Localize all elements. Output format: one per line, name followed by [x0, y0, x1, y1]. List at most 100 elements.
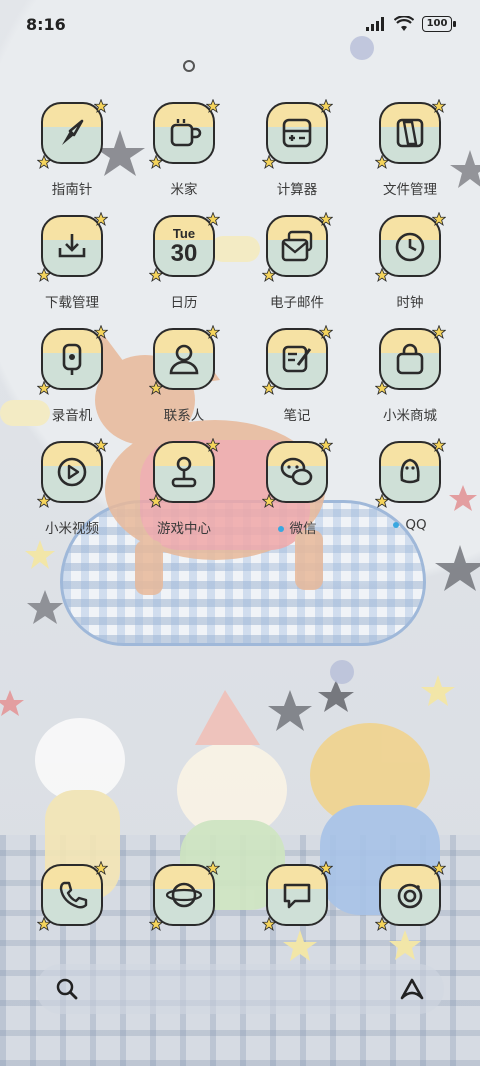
star-decoration-icon [261, 493, 277, 508]
star-decoration-icon [431, 860, 447, 875]
app-tile[interactable] [374, 437, 447, 508]
star-decoration-icon [148, 380, 164, 395]
app-label: 录音机 [22, 404, 122, 424]
app-label: 小米商城 [360, 404, 460, 424]
dock-camera[interactable] [360, 860, 460, 931]
star-decoration-icon [374, 380, 390, 395]
search-icon[interactable] [54, 976, 80, 1002]
app-label: 下载管理 [22, 291, 122, 311]
app-tile[interactable] [261, 324, 334, 395]
star-decoration-icon [318, 437, 334, 452]
app-tile[interactable] [36, 98, 109, 169]
app-tile[interactable] [261, 211, 334, 282]
wechat-icon [268, 443, 326, 501]
app-mail[interactable]: 电子邮件 [247, 211, 347, 311]
app-label-text: 米家 [170, 182, 198, 198]
xiaoai-icon[interactable] [398, 976, 426, 1002]
star-decoration-icon [36, 267, 52, 282]
app-label: 指南针 [22, 178, 122, 198]
app-label: 日历 [134, 291, 234, 311]
app-label: 微信 [247, 517, 347, 537]
app-tile[interactable] [261, 437, 334, 508]
app-label-text: 下载管理 [45, 295, 99, 311]
star-decoration-icon [205, 860, 221, 875]
star-decoration-icon [261, 267, 277, 282]
app-label: 文件管理 [360, 178, 460, 198]
camera-icon [381, 866, 439, 924]
app-tile[interactable] [148, 860, 221, 931]
dock-browser-planet[interactable] [134, 860, 234, 931]
new-notification-dot [277, 526, 284, 532]
app-label-text: QQ [405, 517, 427, 533]
app-label: QQ [360, 517, 460, 533]
app-label: 米家 [134, 178, 234, 198]
app-shopping-bag[interactable]: 小米商城 [360, 324, 460, 424]
app-calculator[interactable]: 计算器 [247, 98, 347, 198]
app-tile[interactable] [36, 324, 109, 395]
star-decoration-icon [261, 916, 277, 931]
app-tile[interactable] [374, 324, 447, 395]
joystick-icon [155, 443, 213, 501]
app-label: 游戏中心 [134, 517, 234, 537]
star-decoration-icon [148, 154, 164, 169]
dock-phone[interactable] [22, 860, 122, 931]
star-decoration-icon [318, 860, 334, 875]
star-decoration-icon [148, 493, 164, 508]
app-mijia-cup[interactable]: 米家 [134, 98, 234, 198]
app-tile[interactable]: Tue 30 [148, 211, 221, 282]
star-decoration-icon [93, 437, 109, 452]
calendar-icon: Tue 30 [155, 217, 213, 275]
app-tile[interactable] [148, 324, 221, 395]
star-decoration-icon [318, 211, 334, 226]
app-tile[interactable] [148, 437, 221, 508]
app-download[interactable]: 下载管理 [22, 211, 122, 311]
app-calendar[interactable]: Tue 30 日历 [134, 211, 234, 311]
app-wechat[interactable]: 微信 [247, 437, 347, 537]
star-decoration-icon [148, 267, 164, 282]
notes-icon [268, 330, 326, 388]
calculator-icon [268, 104, 326, 162]
star-decoration-icon [36, 154, 52, 169]
app-label-text: 录音机 [51, 408, 93, 424]
app-contacts[interactable]: 联系人 [134, 324, 234, 424]
battery-icon: 100 [422, 16, 456, 32]
app-joystick[interactable]: 游戏中心 [134, 437, 234, 537]
app-video-play[interactable]: 小米视频 [22, 437, 122, 537]
recorder-icon [43, 330, 101, 388]
star-decoration-icon [431, 324, 447, 339]
app-label: 时钟 [360, 291, 460, 311]
app-label-text: 联系人 [163, 408, 205, 424]
app-tile[interactable] [36, 211, 109, 282]
star-decoration-icon [374, 493, 390, 508]
app-tile[interactable] [261, 98, 334, 169]
star-decoration-icon [261, 154, 277, 169]
dock-messages[interactable] [247, 860, 347, 931]
app-tile[interactable] [261, 860, 334, 931]
app-compass[interactable]: 指南针 [22, 98, 122, 198]
calendar-weekday: Tue [172, 225, 196, 241]
app-recorder[interactable]: 录音机 [22, 324, 122, 424]
app-tile[interactable] [148, 98, 221, 169]
star-decoration-icon [318, 324, 334, 339]
app-qq-penguin[interactable]: QQ [360, 437, 460, 533]
app-tile[interactable] [374, 860, 447, 931]
app-folder[interactable]: 文件管理 [360, 98, 460, 198]
app-label: 联系人 [134, 404, 234, 424]
app-tile[interactable] [374, 98, 447, 169]
calendar-day: 30 [170, 239, 198, 267]
messages-icon [268, 866, 326, 924]
app-clock[interactable]: 时钟 [360, 211, 460, 311]
search-bar[interactable] [36, 964, 444, 1014]
app-label-text: 小米视频 [45, 521, 99, 537]
app-tile[interactable] [36, 860, 109, 931]
star-decoration-icon [205, 211, 221, 226]
new-notification-dot [393, 522, 400, 528]
app-tile[interactable] [374, 211, 447, 282]
star-decoration-icon [205, 324, 221, 339]
app-tile[interactable] [36, 437, 109, 508]
star-decoration-icon [205, 437, 221, 452]
app-label-text: 笔记 [283, 408, 311, 424]
status-bar: 8:16 100 [0, 0, 480, 50]
app-label-text: 计算器 [276, 182, 318, 198]
app-notes[interactable]: 笔记 [247, 324, 347, 424]
